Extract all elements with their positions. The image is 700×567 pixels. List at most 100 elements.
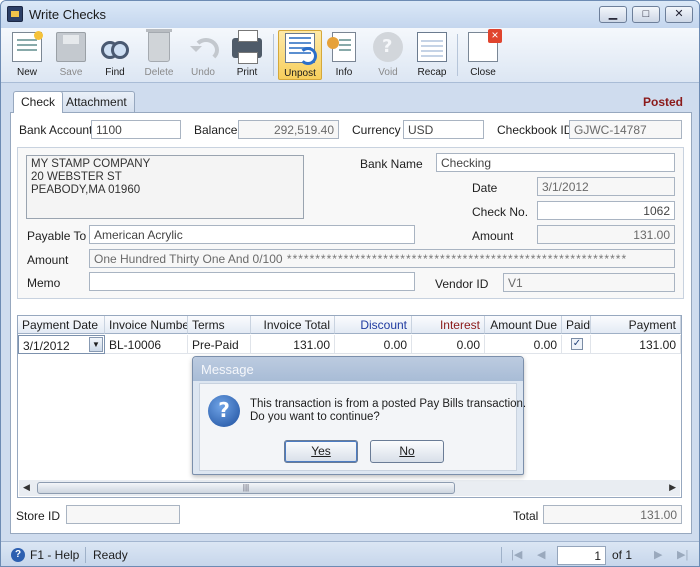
scroll-right-icon[interactable]: ▶ [669,482,676,493]
scroll-left-icon[interactable]: ◀ [23,482,30,493]
amount-words-fill: ****************************************… [282,252,628,266]
new-button[interactable]: New [5,30,49,80]
minimize-button[interactable]: ▁ [599,6,627,23]
undo-button[interactable]: Undo [181,30,225,80]
total-label: Total [513,509,539,523]
payable-to-label: Payable To [27,229,87,243]
address-box: MY STAMP COMPANY 20 WEBSTER ST PEABODY,M… [26,155,304,219]
unpost-label: Unpost [284,68,316,79]
help-icon[interactable]: ? [11,548,25,562]
discount-cell[interactable]: 0.00 [335,335,412,354]
dialog-message-line-1: This transaction is from a posted Pay Bi… [250,398,527,410]
currency-field[interactable]: USD [403,120,484,139]
invoice-total-cell[interactable]: 131.00 [251,335,335,354]
status-separator [85,547,86,563]
col-discount[interactable]: Discount [335,316,412,334]
info-label: Info [335,67,353,78]
message-dialog: Message ? This transaction is from a pos… [192,356,526,475]
maximize-button[interactable]: □ [632,6,660,23]
vendor-id-field: V1 [503,273,675,292]
question-icon: ? [208,395,240,427]
invoice-number-cell[interactable]: BL-10006 [105,335,188,354]
dialog-title-bar: Message [193,357,523,381]
page-count: of 1 [612,548,633,562]
print-button[interactable]: Print [225,30,269,80]
amount-due-cell[interactable]: 0.00 [485,335,562,354]
amount-field: 131.00 [537,225,675,244]
new-label: New [16,67,37,78]
recap-button[interactable]: Recap [410,30,454,80]
currency-label: Currency [352,123,401,137]
col-amount-due[interactable]: Amount Due [485,316,562,334]
interest-cell[interactable]: 0.00 [412,335,485,354]
undo-label: Undo [191,67,215,78]
yes-button[interactable]: Yes [284,440,358,463]
unpost-document-icon [285,33,317,65]
store-id-field [66,505,180,524]
dialog-message: This transaction is from a posted Pay Bi… [250,398,526,424]
bank-account-field[interactable]: 1100 [91,120,181,139]
tab-attachment[interactable]: Attachment [58,91,135,112]
bank-name-field[interactable]: Checking [436,153,675,172]
trash-can-icon [146,29,172,62]
memo-label: Memo [27,276,61,290]
total-field: 131.00 [543,505,682,524]
scrollbar-thumb[interactable]: ||| [37,482,455,494]
memo-field[interactable] [89,272,415,291]
save-button[interactable]: Save [49,30,93,80]
help-label[interactable]: F1 - Help [30,548,79,562]
next-page-icon[interactable]: ▶ [654,548,662,561]
binoculars-icon [100,32,130,62]
address-line-1: MY STAMP COMPANY [31,158,151,170]
col-terms[interactable]: Terms [188,316,251,334]
checkbook-id-label: Checkbook ID [497,123,573,137]
col-invoice-total[interactable]: Invoice Total [251,316,335,334]
prev-page-icon[interactable]: ◀ [537,548,545,561]
check-no-field[interactable]: 1062 [537,201,675,220]
address-line-2: 20 WEBSTER ST [31,171,122,183]
check-no-label: Check No. [472,205,529,219]
status-badge: Posted [642,95,683,109]
col-paid[interactable]: Paid [562,316,591,334]
vendor-id-label: Vendor ID [435,277,489,291]
info-document-icon [327,32,356,62]
unpost-button[interactable]: Unpost [278,30,322,80]
checkbook-id-field: GJWC-14787 [569,120,682,139]
find-button[interactable]: Find [93,30,137,80]
void-label: Void [378,67,398,78]
amount-words-field: One Hundred Thirty One And 0/100 *******… [89,249,675,268]
paid-checkbox[interactable]: ✓ [571,338,583,350]
print-label: Print [236,67,258,78]
address-line-3: PEABODY,MA 01960 [31,184,141,196]
tab-check[interactable]: Check [13,91,64,113]
last-page-icon[interactable]: ▶| [677,548,688,561]
chevron-down-icon[interactable]: ▼ [89,337,103,352]
void-button[interactable]: Void [366,30,410,80]
date-field: 3/1/2012 [537,177,675,196]
save-label: Save [59,67,83,78]
close-button[interactable]: Close [461,29,505,80]
payable-to-field[interactable]: American Acrylic [89,225,415,244]
col-payment[interactable]: Payment [591,316,681,334]
col-interest[interactable]: Interest [412,316,485,334]
horizontal-scrollbar[interactable]: ◀ ||| ▶ [19,480,680,496]
store-id-label: Store ID [16,509,61,523]
printer-icon [232,30,262,64]
bank-name-label: Bank Name [360,157,423,171]
status-text: Ready [93,548,128,562]
dialog-title: Message [201,362,254,377]
undo-arrow-icon [188,32,219,62]
close-window-button[interactable]: ✕ [665,6,693,23]
col-invoice-number[interactable]: Invoice Number [105,316,188,334]
page-number-input[interactable]: 1 [557,546,606,565]
bank-account-label: Bank Account [19,123,93,137]
first-page-icon[interactable]: |◀ [511,548,522,561]
delete-button[interactable]: Delete [137,29,181,80]
no-button[interactable]: No [370,440,444,463]
col-payment-date[interactable]: Payment Date [18,316,105,334]
payment-date-cell[interactable]: 3/1/2012 ▼ [18,335,105,354]
info-button[interactable]: Info [322,30,366,80]
payment-cell[interactable]: 131.00 [591,335,681,354]
terms-cell[interactable]: Pre-Paid [188,335,251,354]
delete-label: Delete [144,67,174,78]
